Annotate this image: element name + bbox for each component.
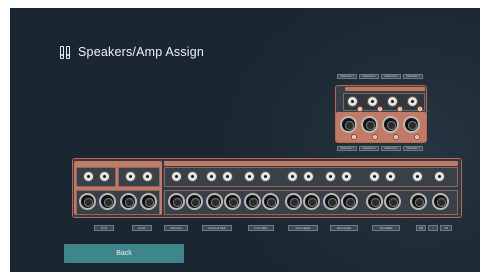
rca-jack (260, 171, 271, 182)
amp-top-band (345, 87, 425, 91)
channel-label: Front (94, 225, 114, 231)
rca-jack (387, 96, 398, 107)
rca-jack (244, 171, 255, 182)
xlr-jack (303, 193, 320, 210)
xlr-jack (340, 116, 357, 133)
rca-jack (325, 171, 336, 182)
amp-bottom-label: Subwoofer 4 (403, 146, 423, 151)
amp-bottom-label: Subwoofer 1 (337, 146, 357, 151)
xlr-jack (323, 193, 340, 210)
channel-label: Rear Height (330, 225, 358, 231)
rca-jack (369, 171, 380, 182)
rca-jack (407, 96, 418, 107)
xlr-jack (168, 193, 185, 210)
xlr-jack (285, 193, 302, 210)
channel-number: 1 (351, 134, 357, 140)
rca-section (76, 167, 116, 187)
rca-jack (99, 171, 110, 182)
channel-label: TR (440, 225, 452, 231)
speaker-pair-icon (60, 45, 71, 59)
channel-label: Surround Back (202, 225, 232, 231)
channel-number: 4 (414, 134, 420, 140)
xlr-jack (120, 193, 137, 210)
xlr-jack (186, 193, 203, 210)
rca-jack (125, 171, 136, 182)
channel-number: 2 (372, 134, 378, 140)
rca-jack (412, 171, 423, 182)
channel-number: 3 (393, 134, 399, 140)
rca-jack (303, 171, 314, 182)
amp-bottom-label: Subwoofer 2 (359, 146, 379, 151)
xlr-jack (384, 193, 401, 210)
xlr-jack (79, 193, 96, 210)
xlr-jack (366, 193, 383, 210)
rca-jack (142, 171, 153, 182)
channel-label: Center (132, 225, 152, 231)
channel-label-row: Front Center Surround Surround Back Fron… (72, 225, 462, 233)
xlr-jack (99, 193, 116, 210)
xlr-jack (410, 193, 427, 210)
amp-top-label: Subwoofer 4 (403, 74, 423, 79)
xlr-jack (403, 116, 420, 133)
rca-jack (434, 171, 445, 182)
page-title: Speakers/Amp Assign (78, 45, 205, 59)
title-row: Speakers/Amp Assign (60, 44, 204, 60)
xlr-jack (206, 193, 223, 210)
rca-jack (385, 171, 396, 182)
xlr-jack (224, 193, 241, 210)
panel-top-strip (164, 161, 458, 166)
rca-jack (287, 171, 298, 182)
receiver-rear-panel (72, 158, 462, 218)
channel-label: Front Height (288, 225, 318, 231)
rca-jack (83, 171, 94, 182)
amp-top-label: Subwoofer 2 (359, 74, 379, 79)
amp-top-label: Subwoofer 3 (381, 74, 401, 79)
channel-label: SW (416, 225, 426, 231)
xlr-jack (382, 116, 399, 133)
xlr-jack (262, 193, 279, 210)
channel-label: Front Wide (248, 225, 274, 231)
screen: Speakers/Amp Assign Subwoofer 1 Subwoofe… (10, 8, 480, 272)
xlr-jack (244, 193, 261, 210)
rca-jack (187, 171, 198, 182)
amp-top-label: Subwoofer 1 (337, 74, 357, 79)
xlr-jack (341, 193, 358, 210)
channel-label: Top Middle (372, 225, 400, 231)
channel-label: Surround (164, 225, 188, 231)
rca-jack (171, 171, 182, 182)
rca-jack (341, 171, 352, 182)
back-button[interactable]: Back (64, 244, 184, 263)
rca-jack (206, 171, 217, 182)
xlr-jack (361, 116, 378, 133)
amp-bottom-label: Subwoofer 3 (381, 146, 401, 151)
xlr-jack (140, 193, 157, 210)
channel-label: / (428, 225, 438, 231)
rca-jack (367, 96, 378, 107)
rca-jack (347, 96, 358, 107)
rca-jack (222, 171, 233, 182)
xlr-jack (432, 193, 449, 210)
